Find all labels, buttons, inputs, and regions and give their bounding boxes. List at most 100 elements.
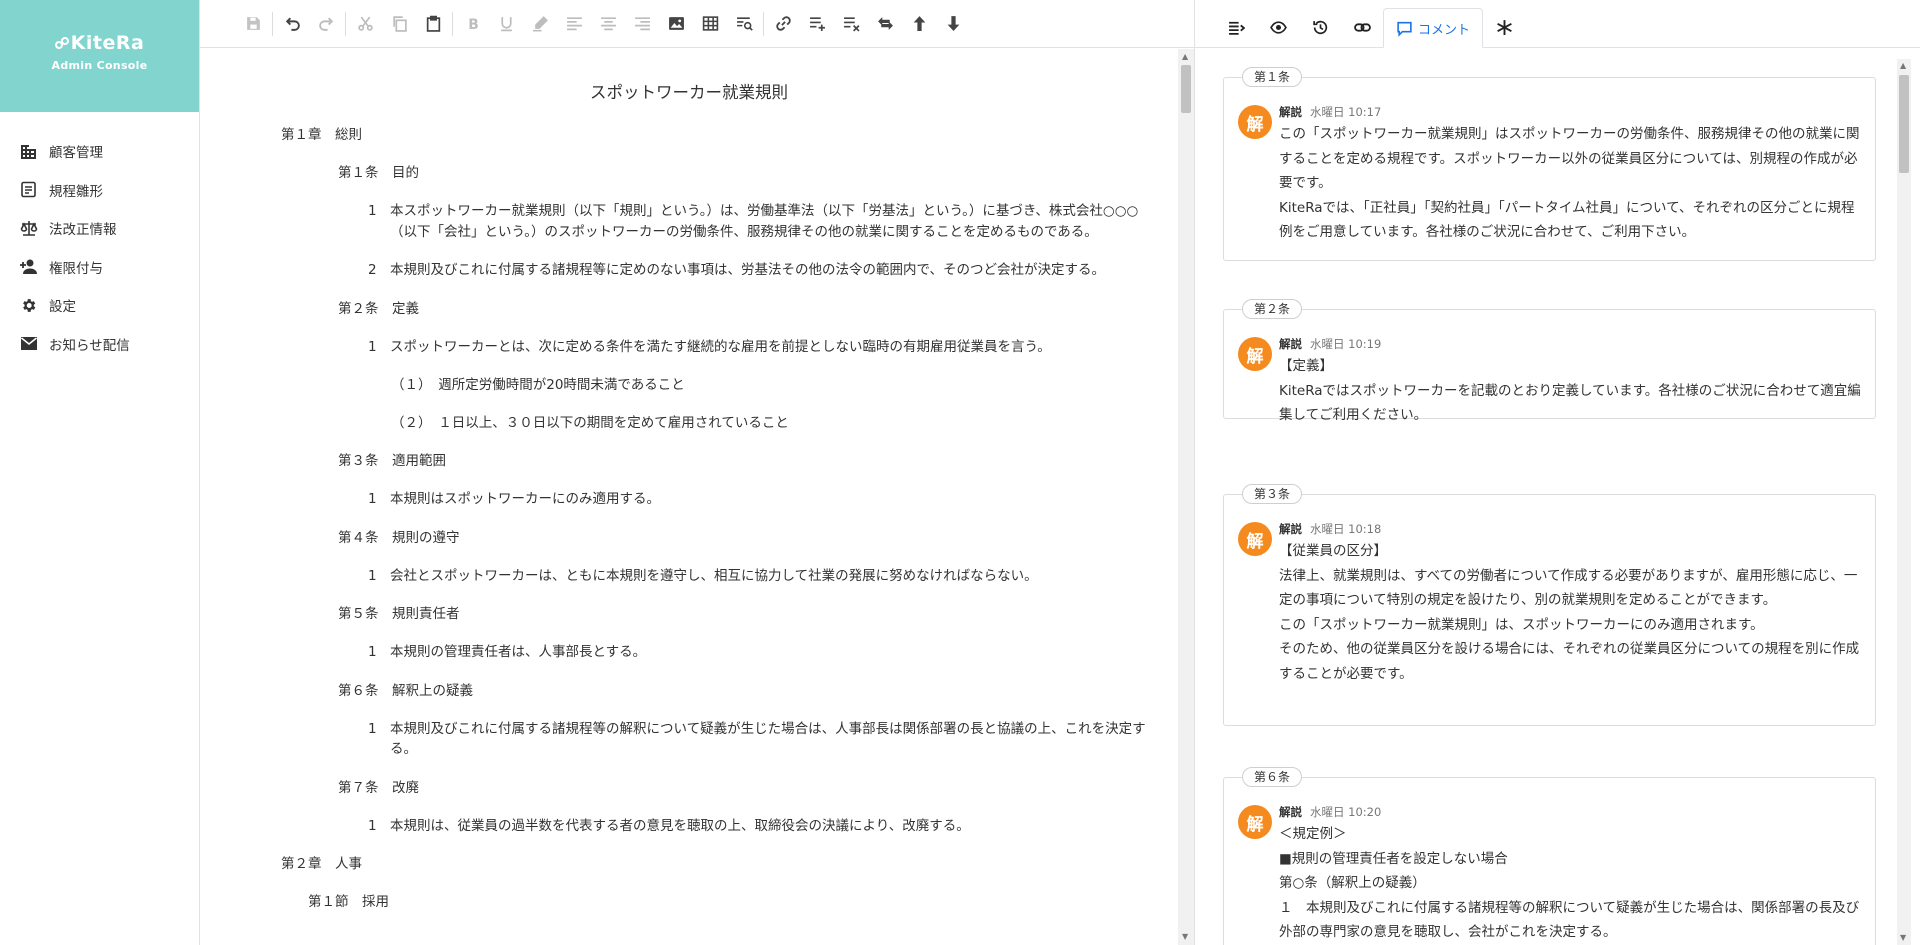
paragraph: 1 本スポットワーカー就業規則（以下「規則」という。）は、労働基準法（以下「労基法… <box>368 201 1153 242</box>
avatar: 解 <box>1238 337 1272 371</box>
bold-button[interactable]: B <box>455 7 489 41</box>
link-icon <box>1353 22 1371 32</box>
add-list-button[interactable] <box>800 7 834 41</box>
redo-button[interactable] <box>309 7 343 41</box>
cut-button[interactable] <box>348 7 382 41</box>
sidebar-item-notifications[interactable]: お知らせ配信 <box>0 325 199 364</box>
paste-icon <box>426 15 440 32</box>
align-left-button[interactable] <box>557 7 591 41</box>
toolbar-divider <box>452 11 453 36</box>
sidebar-item-law-changes[interactable]: 法改正情報 <box>0 209 199 248</box>
underline-button[interactable] <box>489 7 523 41</box>
comment-card: 第６条 解 解説 水曜日 10:20 ＜規定例＞ ■規則の管理責任者を設定しない場… <box>1223 767 1876 945</box>
app-root: KiteRa Admin Console 顧客管理 規程雛形 法改正情報 権限付… <box>0 0 1920 945</box>
scroll-down-icon[interactable]: ▼ <box>1182 933 1188 941</box>
eye-icon <box>1269 20 1287 34</box>
comment-article-label[interactable]: 第３条 <box>1242 484 1303 504</box>
article-heading: 第７条 改廃 <box>338 779 419 796</box>
scroll-up-icon[interactable]: ▲ <box>1182 53 1188 61</box>
paragraph-number: 1 <box>368 817 377 834</box>
highlight-button[interactable] <box>523 7 557 41</box>
paragraph-text: 本規則の管理責任者は、人事部長とする。 <box>390 644 647 660</box>
swap-button[interactable] <box>868 7 902 41</box>
brand-header[interactable]: KiteRa Admin Console <box>0 0 199 112</box>
insert-table-button[interactable] <box>693 7 727 41</box>
undo-button[interactable] <box>275 7 309 41</box>
document-body[interactable]: スポットワーカー就業規則 第１章 総則 第１条 目的 1 本スポットワーカー就業規… <box>200 49 1178 930</box>
comment-meta: 解説 水曜日 10:19 <box>1279 336 1861 354</box>
sub-item: （１） 週所定労働時間が20時間未満であること <box>391 377 685 393</box>
paragraph-number: 1 <box>368 491 377 507</box>
sidebar-item-customers[interactable]: 顧客管理 <box>0 132 199 171</box>
avatar: 解 <box>1238 805 1272 839</box>
article-heading: 第５条 規則責任者 <box>338 606 460 622</box>
move-down-button[interactable] <box>936 7 970 41</box>
comments-list: 第１条 解 解説 水曜日 10:17 この「スポットワーカー就業規則」はスポットワ… <box>1195 49 1920 945</box>
panel-tabs: コメント <box>1195 0 1920 48</box>
tab-comments-label: コメント <box>1418 22 1471 38</box>
sidebar-item-label: 顧客管理 <box>49 145 103 162</box>
brand-name: KiteRa <box>70 32 145 54</box>
find-replace-icon <box>736 17 753 31</box>
scrollbar-thumb[interactable] <box>1181 65 1191 113</box>
comment-body: 解説 水曜日 10:18 【従業員の区分】 法律上、就業規則は、すべての労働者につ… <box>1279 521 1861 686</box>
tab-history[interactable] <box>1299 7 1341 47</box>
paragraph: 1 本規則はスポットワーカーにのみ適用する。 <box>368 489 1153 510</box>
scroll-up-icon[interactable]: ▲ <box>1900 62 1906 70</box>
copy-button[interactable] <box>382 7 416 41</box>
scrollbar-thumb[interactable] <box>1899 75 1909 173</box>
document-editor[interactable]: スポットワーカー就業規則 第１章 総則 第１条 目的 1 本スポットワーカー就業規… <box>200 49 1194 945</box>
document-title: スポットワーカー就業規則 <box>590 83 788 102</box>
gear-icon <box>19 296 38 315</box>
comment-item: 解 解説 水曜日 10:18 【従業員の区分】 法律上、就業規則は、すべての労働者… <box>1224 495 1875 700</box>
link-logo-icon <box>54 37 69 49</box>
sidebar-item-label: 法改正情報 <box>49 222 117 239</box>
sidebar-item-settings[interactable]: 設定 <box>0 286 199 325</box>
insert-image-button[interactable] <box>659 7 693 41</box>
redo-icon <box>318 17 333 31</box>
scroll-down-icon[interactable]: ▼ <box>1900 934 1906 942</box>
comment-body: 解説 水曜日 10:17 この「スポットワーカー就業規則」はスポットワーカーの労働… <box>1279 104 1861 245</box>
paragraph: 1 会社とスポットワーカーは、ともに本規則を遵守し、相互に協力して社業の発展に努め… <box>368 566 1153 587</box>
comment-text: KiteRaではスポットワーカーを記載のとおり定義しています。各社様のご状況に合… <box>1279 382 1861 424</box>
sidebar-item-templates[interactable]: 規程雛形 <box>0 171 199 210</box>
mail-icon <box>19 334 38 353</box>
find-replace-button[interactable] <box>727 7 761 41</box>
scale-icon <box>19 219 38 238</box>
comment-author: 解説 <box>1279 805 1302 819</box>
save-button[interactable] <box>236 7 270 41</box>
paste-button[interactable] <box>416 7 450 41</box>
save-icon <box>246 17 260 30</box>
article-heading: 第２条 定義 <box>338 300 419 317</box>
tab-ai[interactable] <box>1483 7 1525 47</box>
comment-text: KiteRaでは、「正社員」「契約社員」「パートタイム社員」について、それぞれの… <box>1279 199 1855 241</box>
swap-icon <box>877 17 893 30</box>
toolbar-divider <box>272 11 273 36</box>
clear-format-button[interactable] <box>834 7 868 41</box>
comment-article-label[interactable]: 第１条 <box>1242 67 1303 87</box>
undo-icon <box>285 17 300 31</box>
tab-links[interactable] <box>1341 7 1383 47</box>
sidebar-item-permissions[interactable]: 権限付与 <box>0 248 199 287</box>
align-right-button[interactable] <box>625 7 659 41</box>
comment-text: この「スポットワーカー就業規則」はスポットワーカーの労働条件、服務規律その他の就… <box>1279 126 1860 191</box>
align-right-icon <box>634 17 650 31</box>
comment-article-label[interactable]: 第２条 <box>1242 299 1303 319</box>
pen-icon <box>532 16 548 32</box>
arrow-up-icon <box>913 16 925 31</box>
comment-meta: 解説 水曜日 10:20 <box>1279 804 1861 822</box>
comment-article-label[interactable]: 第６条 <box>1242 767 1303 787</box>
link-icon <box>775 16 791 31</box>
tab-preview[interactable] <box>1257 7 1299 47</box>
tab-outline[interactable] <box>1215 7 1257 47</box>
move-up-button[interactable] <box>902 7 936 41</box>
bold-icon: B <box>468 17 479 32</box>
article-heading: 第６条 解釈上の疑義 <box>338 682 473 699</box>
article-heading: 第３条 適用範囲 <box>338 453 446 469</box>
insert-link-button[interactable] <box>766 7 800 41</box>
comments-scrollbar[interactable]: ▲ ▼ <box>1897 59 1911 945</box>
paragraph-text: 本規則及びこれに付属する諸規程等に定めのない事項は、労基法その他の法令の範囲内で… <box>390 262 1105 278</box>
tab-comments[interactable]: コメント <box>1383 8 1484 48</box>
align-center-button[interactable] <box>591 7 625 41</box>
editor-scrollbar[interactable]: ▲ ▼ <box>1178 49 1194 945</box>
